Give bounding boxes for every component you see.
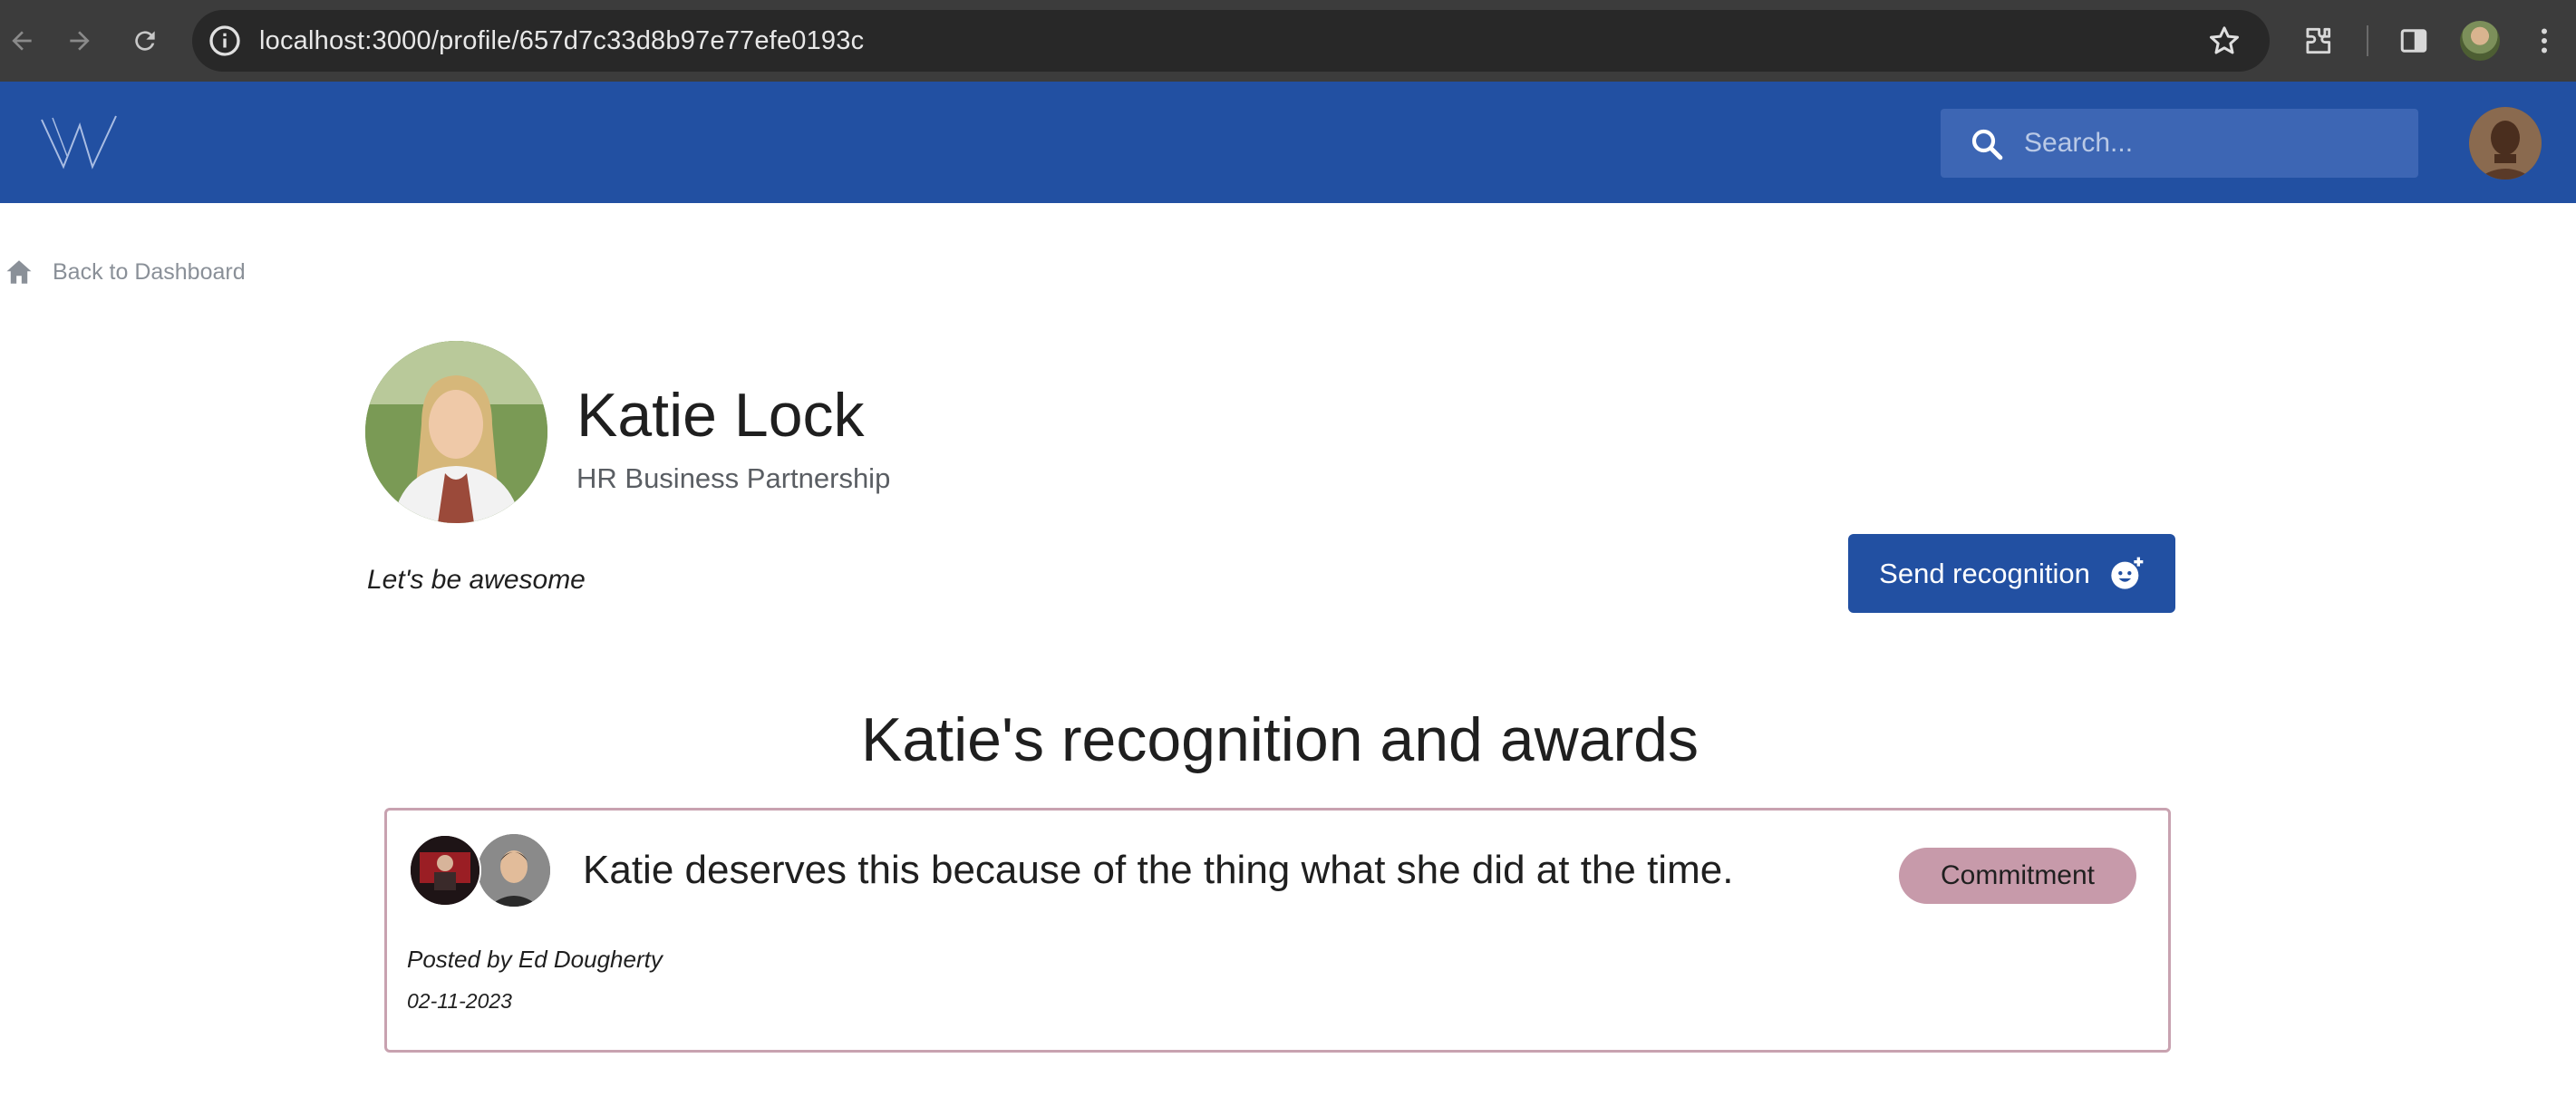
back-arrow-icon[interactable] [0,19,44,63]
extensions-icon[interactable] [2297,20,2339,62]
profile-name: Katie Lock [576,381,865,450]
side-panel-icon[interactable] [2393,20,2435,62]
url-text[interactable]: localhost:3000/profile/657d7c33d8b97e77e… [259,10,864,72]
posted-date: 02-11-2023 [407,989,512,1013]
send-recognition-button[interactable]: Send recognition [1848,534,2175,613]
recognition-section-title: Katie's recognition and awards [861,705,1699,774]
breadcrumb-label: Back to Dashboard [53,258,246,285]
send-recognition-label: Send recognition [1879,557,2090,589]
kebab-menu-icon[interactable] [2523,20,2565,62]
search-icon [1971,129,2003,160]
user-avatar[interactable] [2469,107,2542,180]
home-icon [6,260,32,284]
browser-profile-avatar[interactable] [2460,21,2500,61]
browser-toolbar: localhost:3000/profile/657d7c33d8b97e77e… [0,0,2576,82]
w-logo-icon[interactable] [40,112,118,172]
forward-arrow-icon[interactable] [58,19,102,63]
profile-photo [365,341,547,523]
toolbar-divider [2367,25,2368,56]
smiley-add-icon [2111,557,2144,589]
star-icon[interactable] [2206,23,2242,59]
search-input[interactable] [2024,109,2405,178]
reload-icon[interactable] [123,19,167,63]
back-to-dashboard-link[interactable]: Back to Dashboard [4,256,246,288]
address-bar[interactable]: localhost:3000/profile/657d7c33d8b97e77e… [192,10,2270,72]
profile-department: HR Business Partnership [576,462,891,494]
profile-tagline: Let's be awesome [367,565,586,595]
recognition-message: Katie deserves this because of the thing… [583,848,1734,892]
site-info-icon[interactable] [207,23,243,59]
recognition-card: Katie deserves this because of the thing… [384,808,2171,1053]
app-header [0,82,2576,203]
value-badge: Commitment [1899,848,2136,904]
sender-avatar [409,834,481,907]
recipient-avatar [478,834,550,907]
posted-by: Posted by Ed Dougherty [407,946,663,973]
search-box[interactable] [1941,109,2418,178]
